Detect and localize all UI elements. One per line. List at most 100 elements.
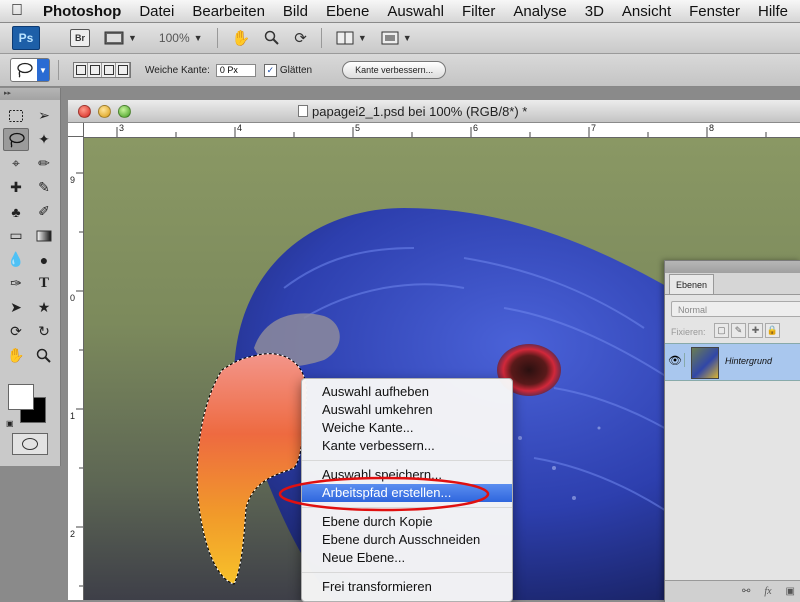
menu-item-free-transform[interactable]: Frei transformieren [302, 578, 512, 596]
lock-pixels-icon[interactable]: ✎ [731, 323, 746, 338]
annotation-ellipse [278, 476, 490, 512]
horizontal-ruler[interactable]: 3 4 5 6 7 8 [84, 123, 800, 138]
menu-item-deselect[interactable]: Auswahl aufheben [302, 383, 512, 401]
healing-brush-icon[interactable]: ✚ [3, 176, 29, 199]
menu-separator [302, 572, 512, 573]
menu-item-new-layer[interactable]: Neue Ebene... [302, 549, 512, 567]
antialias-checkbox[interactable]: ✓ [263, 63, 277, 77]
menu-item-refine-edge[interactable]: Kante verbessern... [302, 437, 512, 455]
eraser-icon[interactable]: ▭ [3, 224, 29, 247]
menu-separator [302, 460, 512, 461]
visibility-eye-icon[interactable]: 👁 [668, 353, 685, 367]
tab-ebenen[interactable]: Ebenen [669, 274, 715, 295]
pen-tool-icon[interactable]: ✑ [3, 272, 29, 295]
layer-style-icon[interactable]: fx [764, 586, 771, 597]
menu-analyse[interactable]: Analyse [504, 3, 575, 20]
clone-stamp-icon[interactable]: ♣ [3, 200, 29, 223]
zoom-tool-icon[interactable] [264, 30, 280, 46]
zoom-tool-icon[interactable] [31, 344, 57, 367]
menu-ansicht[interactable]: Ansicht [613, 3, 680, 20]
layers-panel-footer: ⚯ fx ▣ [665, 580, 800, 602]
menu-hilfe[interactable]: Hilfe [749, 3, 797, 20]
link-layers-icon[interactable]: ⚯ [742, 586, 750, 597]
bridge-button[interactable]: Br [70, 29, 90, 47]
feather-input[interactable] [215, 63, 256, 77]
zoom-level[interactable]: 100% [159, 31, 190, 45]
intersect-selection-button[interactable] [116, 63, 130, 77]
minimize-window-button[interactable] [98, 104, 111, 118]
ruler-label: 8 [709, 123, 715, 133]
tool-preset-picker[interactable]: ▼ [10, 58, 50, 82]
menu-bild[interactable]: Bild [274, 3, 317, 20]
hand-tool-icon[interactable]: ✋ [3, 344, 29, 367]
crop-tool-icon[interactable]: ⌖ [3, 152, 29, 175]
chevron-down-icon: ▼ [37, 59, 49, 81]
subtract-from-selection-button[interactable] [102, 63, 116, 77]
vertical-ruler[interactable]: 9 0 1 2 [68, 123, 84, 600]
zoom-window-button[interactable] [118, 104, 131, 118]
view-extras-icon[interactable]: ▼ [104, 30, 137, 46]
magic-wand-icon[interactable]: ✦ [31, 128, 57, 151]
ruler-label: 3 [119, 123, 125, 133]
foreground-color-swatch[interactable] [8, 384, 34, 410]
quick-mask-button[interactable] [12, 433, 48, 455]
arrange-documents-icon[interactable]: ▼ [336, 31, 367, 45]
add-to-selection-button[interactable] [88, 63, 102, 77]
ruler-label: 9 [70, 175, 76, 185]
antialias-label: Glätten [279, 64, 313, 76]
screen-mode-icon[interactable]: ▼ [381, 31, 412, 45]
3d-rotate-icon[interactable]: ⟳ [3, 320, 29, 343]
menu-fenster[interactable]: Fenster [680, 3, 749, 20]
divider [58, 60, 59, 80]
hand-tool-icon[interactable]: ✋ [232, 29, 251, 47]
brush-tool-icon[interactable]: ✎ [31, 176, 57, 199]
zoom-dropdown-icon[interactable]: ▼ [194, 33, 203, 43]
refine-edge-button[interactable]: Kante verbessern... [342, 61, 447, 79]
ruler-origin[interactable] [68, 123, 84, 137]
menu-bearbeiten[interactable]: Bearbeiten [183, 3, 274, 20]
dodge-tool-icon[interactable]: ● [31, 248, 57, 271]
lock-position-icon[interactable]: ✚ [748, 323, 763, 338]
layers-panel-body: Normal Fixieren: ▢ ✎ ✚ 🔒 👁 Hintergrund ⚯… [665, 294, 800, 602]
menu-3d[interactable]: 3D [576, 3, 613, 20]
blend-mode-select[interactable]: Normal [671, 301, 800, 317]
lock-buttons: ▢ ✎ ✚ 🔒 [714, 323, 782, 338]
gradient-tool-icon[interactable] [31, 224, 57, 247]
menu-bar:  Photoshop Datei Bearbeiten Bild Ebene … [0, 0, 800, 23]
application-bar: Ps Br ▼ 100% ▼ ✋ ⟳ ▼ ▼ [0, 23, 800, 54]
tools-panel-header[interactable]: ▸▸ [0, 88, 60, 100]
menu-item-layer-via-cut[interactable]: Ebene durch Ausschneiden [302, 531, 512, 549]
shape-tool-icon[interactable]: ★ [31, 296, 57, 319]
layers-panel-header[interactable] [665, 261, 800, 273]
apple-logo-icon[interactable]:  [0, 2, 34, 20]
type-tool-icon[interactable]: T [31, 272, 57, 295]
menu-item-inverse[interactable]: Auswahl umkehren [302, 401, 512, 419]
menu-photoshop[interactable]: Photoshop [34, 3, 130, 20]
layer-row[interactable]: 👁 Hintergrund [665, 343, 800, 381]
marquee-tool-icon[interactable] [3, 104, 29, 127]
3d-orbit-icon[interactable]: ↻ [31, 320, 57, 343]
layer-thumbnail [691, 347, 719, 379]
default-colors-icon[interactable]: ▣ [6, 419, 14, 428]
eyedropper-icon[interactable]: ✏ [31, 152, 57, 175]
path-selection-icon[interactable]: ➤ [3, 296, 29, 319]
menu-datei[interactable]: Datei [130, 3, 183, 20]
new-selection-button[interactable] [74, 63, 88, 77]
blur-tool-icon[interactable]: 💧 [3, 248, 29, 271]
document-titlebar[interactable]: papagei2_1.psd bei 100% (RGB/8*) * [68, 100, 800, 123]
menu-item-layer-via-copy[interactable]: Ebene durch Kopie [302, 513, 512, 531]
menu-item-feather[interactable]: Weiche Kante... [302, 419, 512, 437]
lasso-tool-icon[interactable] [3, 128, 29, 151]
rotate-view-icon[interactable]: ⟳ [294, 29, 307, 47]
selection-mode-buttons [73, 62, 131, 78]
layer-mask-icon[interactable]: ▣ [786, 586, 795, 597]
history-brush-icon[interactable]: ✐ [31, 200, 57, 223]
menu-ebene[interactable]: Ebene [317, 3, 378, 20]
lock-label: Fixieren: [671, 327, 706, 337]
menu-filter[interactable]: Filter [453, 3, 504, 20]
lock-all-icon[interactable]: 🔒 [765, 323, 780, 338]
menu-auswahl[interactable]: Auswahl [378, 3, 453, 20]
lock-transparency-icon[interactable]: ▢ [714, 323, 729, 338]
move-tool-icon[interactable]: ➢ [31, 104, 57, 127]
close-window-button[interactable] [78, 104, 91, 118]
